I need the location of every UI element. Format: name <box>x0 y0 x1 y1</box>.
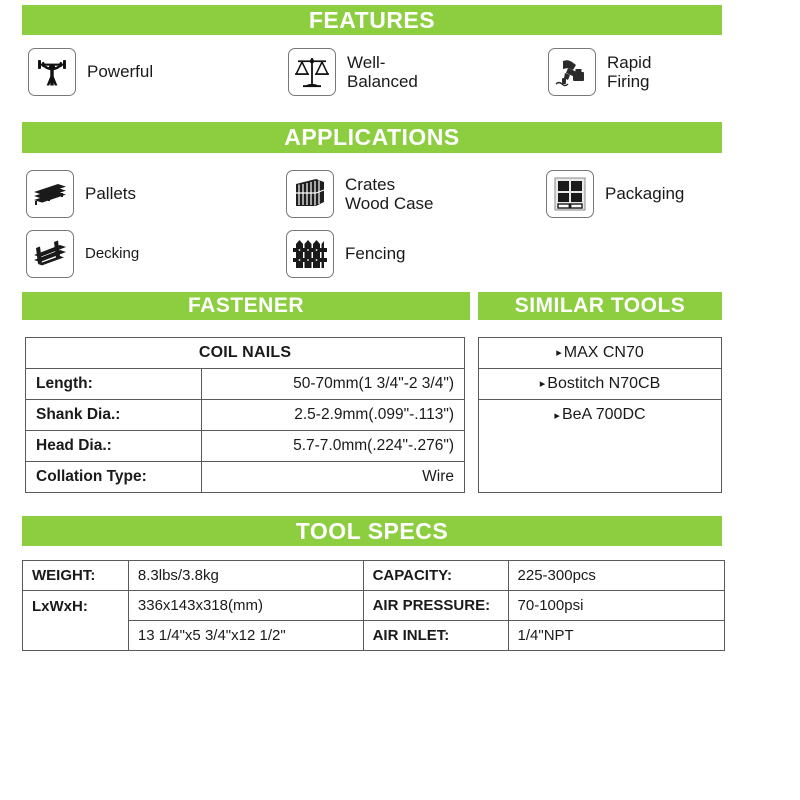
similar-tool-item-1[interactable]: ▸ Bostitch N70CB <box>478 368 722 400</box>
tool-specs-table: WEIGHT: 8.3lbs/3.8kg CAPACITY: 225-300pc… <box>22 560 726 651</box>
fastener-value-collation-type: Wire <box>200 461 466 493</box>
section-title-fastener: FASTENER <box>187 294 304 317</box>
section-header-fastener: FASTENER <box>22 292 470 320</box>
table-row: 13 1/4"x5 3/4"x12 1/2" AIR INLET: 1/4"NP… <box>23 620 726 651</box>
application-label-pallets: Pallets <box>85 184 137 204</box>
weightlifter-icon <box>28 48 76 96</box>
section-header-tool-specs: TOOL SPECS <box>22 516 722 546</box>
table-row-header: COIL NAILS <box>25 337 465 369</box>
fastener-key-head-dia: Head Dia.: <box>25 430 202 462</box>
fastener-value-head-dia: 5.7-7.0mm(.224"-.276") <box>200 430 466 462</box>
feature-item-powerful: Powerful <box>28 48 153 96</box>
similar-tool-label-2: BeA 700DC <box>561 406 646 424</box>
section-header-similar-tools: SIMILAR TOOLS <box>478 292 722 320</box>
product-spec-sheet: FEATURES Powerful Well- Balanced Rapid F… <box>0 0 800 800</box>
triangle-bullet-icon: ▸ <box>556 347 562 360</box>
section-title-features: FEATURES <box>308 6 436 33</box>
spec-label-dimensions: LxWxH: <box>22 590 129 651</box>
fastener-table-header: COIL NAILS <box>25 337 465 369</box>
packaging-box-icon <box>546 170 594 218</box>
spec-label-air-inlet: AIR INLET: <box>362 620 509 651</box>
application-label-packaging: Packaging <box>605 184 685 204</box>
feature-item-well-balanced: Well- Balanced <box>288 48 418 96</box>
triangle-bullet-icon: ▸ <box>539 378 546 391</box>
spec-value-weight: 8.3lbs/3.8kg <box>127 560 364 591</box>
spec-value-air-inlet: 1/4"NPT <box>507 620 726 651</box>
similar-tool-item-0[interactable]: ▸ MAX CN70 <box>478 337 722 369</box>
application-label-fencing: Fencing <box>345 244 406 264</box>
feature-item-rapid-firing: Rapid Firing <box>548 48 651 96</box>
application-label-crates: Crates Wood Case <box>345 174 434 213</box>
triangle-bullet-icon: ▸ <box>554 409 560 422</box>
list-item[interactable]: ▸ BeA 700DC <box>478 399 722 431</box>
application-item-pallets: Pallets <box>26 170 136 218</box>
application-item-crates: Crates Wood Case <box>286 170 434 218</box>
nail-gun-firing-icon <box>548 48 596 96</box>
section-header-features: FEATURES <box>22 5 722 35</box>
similar-tool-label-0: MAX CN70 <box>563 344 644 361</box>
feature-label-rapid-firing: Rapid Firing <box>607 52 652 91</box>
fastener-table: COIL NAILS Length: 50-70mm(1 3/4"-2 3/4"… <box>25 337 466 493</box>
spec-value-capacity: 225-300pcs <box>507 560 726 591</box>
similar-tools-empty-space <box>478 430 722 493</box>
decking-boards-icon <box>26 230 74 278</box>
balance-scale-icon <box>288 48 336 96</box>
table-row: Length: 50-70mm(1 3/4"-2 3/4") <box>25 368 466 400</box>
fastener-value-length: 50-70mm(1 3/4"-2 3/4") <box>200 368 466 400</box>
table-row: WEIGHT: 8.3lbs/3.8kg CAPACITY: 225-300pc… <box>22 560 726 591</box>
spec-label-weight: WEIGHT: <box>22 560 129 591</box>
spec-label-air-pressure: AIR PRESSURE: <box>362 590 509 621</box>
similar-tool-item-2[interactable]: ▸ BeA 700DC <box>478 399 722 431</box>
pallet-icon <box>26 170 74 218</box>
feature-label-well-balanced: Well- Balanced <box>347 52 418 91</box>
spec-value-air-pressure: 70-100psi <box>507 590 726 621</box>
list-item[interactable]: ▸ Bostitch N70CB <box>478 368 722 400</box>
section-header-applications: APPLICATIONS <box>22 122 722 153</box>
section-title-similar-tools: SIMILAR TOOLS <box>514 294 686 317</box>
table-row: LxWxH: 336x143x318(mm) AIR PRESSURE: 70-… <box>22 590 726 651</box>
fastener-value-shank-dia: 2.5-2.9mm(.099"-.113") <box>200 399 466 431</box>
table-row-spacer <box>478 430 722 493</box>
table-row: Shank Dia.: 2.5-2.9mm(.099"-.113") <box>25 399 466 431</box>
application-label-decking: Decking <box>85 244 140 262</box>
spec-label-capacity: CAPACITY: <box>362 560 509 591</box>
similar-tool-label-1: Bostitch N70CB <box>547 375 661 392</box>
application-item-packaging: Packaging <box>546 170 684 218</box>
application-item-fencing: Fencing <box>286 230 405 278</box>
application-item-decking: Decking <box>26 230 139 278</box>
spec-value-dimensions-inch: 13 1/4"x5 3/4"x12 1/2" <box>127 620 364 651</box>
fastener-key-length: Length: <box>25 368 202 400</box>
fastener-key-shank-dia: Shank Dia.: <box>25 399 202 431</box>
section-title-tool-specs: TOOL SPECS <box>295 517 449 544</box>
fence-icon <box>286 230 334 278</box>
fastener-key-collation-type: Collation Type: <box>25 461 202 493</box>
list-item[interactable]: ▸ MAX CN70 <box>478 337 722 369</box>
similar-tools-table: ▸ MAX CN70 ▸ Bostitch N70CB ▸ BeA 700DC <box>478 337 722 493</box>
table-row: Collation Type: Wire <box>25 461 466 493</box>
spec-value-dimensions-mm: 336x143x318(mm) <box>127 590 364 621</box>
section-title-applications: APPLICATIONS <box>284 124 460 150</box>
table-row: Head Dia.: 5.7-7.0mm(.224"-.276") <box>25 430 466 462</box>
feature-label-powerful: Powerful <box>87 62 154 82</box>
crate-icon <box>286 170 334 218</box>
